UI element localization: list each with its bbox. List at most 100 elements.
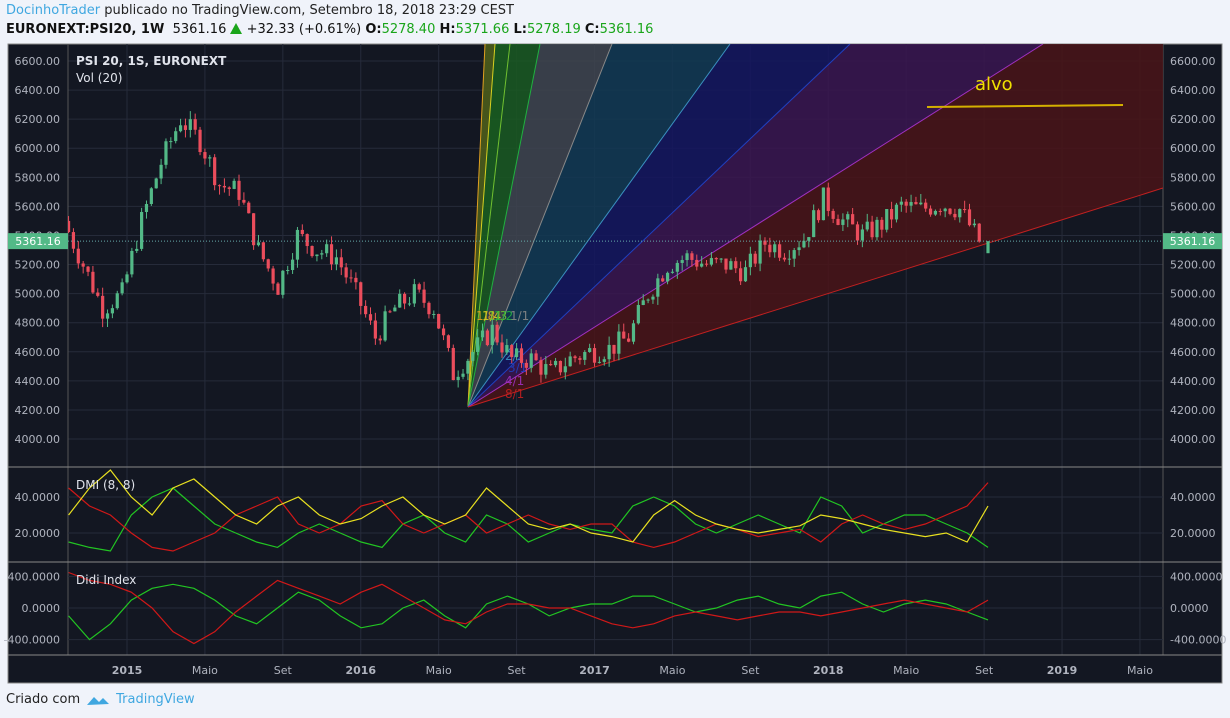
candle-body — [977, 223, 981, 242]
candle-body — [661, 278, 665, 282]
candle-body — [510, 345, 514, 358]
candle-body — [797, 247, 801, 251]
dmi-left-tick: 40.0000 — [15, 491, 61, 504]
candle-body — [807, 237, 811, 241]
candle-body — [446, 335, 451, 348]
candle-body — [159, 164, 163, 179]
candle-body — [76, 248, 80, 264]
candle-body — [909, 202, 913, 206]
candle-body — [553, 360, 558, 366]
target-label: alvo — [975, 74, 1013, 95]
candle-body — [549, 364, 553, 366]
candle-body — [787, 258, 791, 260]
candle-body — [364, 305, 368, 315]
candle-body — [451, 347, 455, 381]
didi-left-tick: 400.0000 — [8, 570, 61, 583]
x-axis-tick: Maio — [1127, 664, 1153, 677]
candle-body — [417, 284, 421, 290]
candle-body — [412, 284, 416, 304]
candle-body — [826, 187, 830, 211]
dmi-right-tick: 20.0000 — [1170, 527, 1216, 540]
candle-body — [646, 299, 650, 301]
candle-body — [768, 244, 772, 253]
candle-body — [441, 328, 446, 336]
candle-body — [125, 274, 129, 283]
candle-body — [948, 208, 952, 214]
volume-indicator-label: Vol (20) — [76, 71, 122, 85]
candle-body — [222, 185, 226, 188]
candle-body — [592, 348, 597, 363]
candle-body — [865, 221, 869, 230]
candle-body — [174, 131, 178, 142]
candle-body — [359, 282, 363, 306]
candle-body — [685, 253, 689, 261]
candle-body — [232, 180, 236, 189]
candle-body — [388, 311, 392, 313]
candle-body — [198, 129, 202, 153]
x-axis-tick: Maio — [659, 664, 685, 677]
candle-body — [534, 353, 538, 361]
candle-body — [704, 263, 709, 265]
candle-body — [841, 219, 845, 225]
candle-body — [471, 351, 475, 361]
left-price-tick: 6000.00 — [15, 142, 61, 155]
didi-title: Didi Index — [76, 573, 136, 587]
left-price-tick: 4800.00 — [15, 317, 61, 330]
candle-body — [461, 373, 465, 377]
candle-body — [193, 119, 197, 130]
tradingview-link[interactable]: TradingView — [116, 692, 195, 707]
candle-body — [519, 348, 524, 363]
left-price-tick: 6400.00 — [15, 84, 61, 97]
candle-body — [967, 209, 972, 226]
candle-body — [675, 262, 679, 272]
right-price-tick: 6200.00 — [1170, 113, 1216, 126]
candle-body — [792, 250, 796, 259]
candle-body — [855, 224, 860, 241]
gann-label: 8/1 — [505, 387, 524, 401]
candle-body — [729, 261, 733, 270]
candle-body — [344, 267, 348, 278]
candle-body — [485, 330, 489, 346]
right-price-tick: 4000.00 — [1170, 433, 1216, 446]
candle-body — [402, 293, 407, 304]
candle-body — [899, 201, 903, 205]
candle-body — [986, 241, 990, 254]
candle-body — [583, 352, 587, 360]
candle-body — [208, 157, 212, 159]
x-axis-tick: 2017 — [579, 664, 610, 677]
chart[interactable]: 6600.00 6600.00 6400.00 6400.00 6200.00 6200.… — [0, 0, 1230, 690]
dmi-left-tick: 20.0000 — [15, 527, 61, 540]
candle-body — [802, 240, 806, 248]
candle-body — [539, 360, 543, 375]
candle-body — [237, 180, 241, 200]
candle-body — [213, 157, 217, 186]
x-axis-tick: 2015 — [112, 664, 143, 677]
candle-body — [758, 240, 762, 264]
candle-body — [558, 360, 563, 373]
candle-body — [544, 364, 548, 375]
candle-body — [476, 337, 480, 352]
candle-body — [953, 213, 957, 218]
candle-body — [636, 305, 640, 324]
candle-body — [495, 324, 499, 343]
x-axis-tick: Maio — [192, 664, 218, 677]
candle-body — [373, 320, 377, 339]
candle-body — [914, 202, 918, 205]
candle-body — [777, 244, 782, 258]
candle-body — [515, 348, 519, 358]
candle-body — [432, 313, 436, 315]
gann-label: 1/1 — [510, 309, 529, 323]
candle-body — [261, 242, 265, 260]
right-price-tick: 5600.00 — [1170, 200, 1216, 213]
candle-body — [247, 202, 251, 214]
candle-body — [368, 314, 373, 321]
candle-body — [665, 272, 670, 282]
x-axis-tick: 2019 — [1047, 664, 1078, 677]
candle-body — [71, 232, 76, 249]
candle-body — [252, 213, 256, 246]
right-price-tick: 4600.00 — [1170, 346, 1216, 359]
candle-body — [963, 209, 967, 211]
left-price-tick: 4200.00 — [15, 404, 61, 417]
didi-right-tick: -400.0000 — [1170, 634, 1226, 647]
footer: Criado com TradingView — [6, 692, 195, 707]
